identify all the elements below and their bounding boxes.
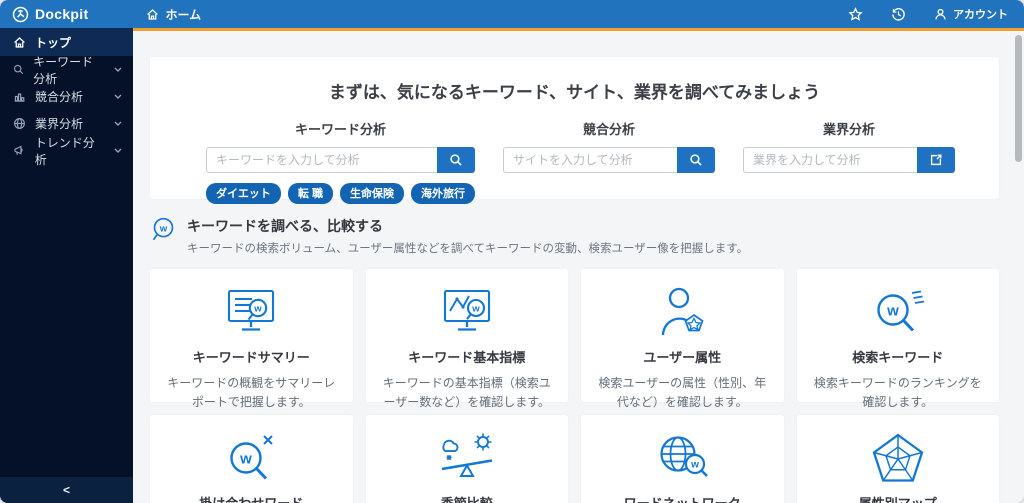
account-menu[interactable]: アカウント — [934, 6, 1008, 22]
tag-overseas-travel[interactable]: 海外旅行 — [410, 183, 475, 204]
radar-pentagon-icon — [813, 429, 984, 489]
card-title: 季節比較 — [382, 493, 553, 503]
sidebar-item-label: 競合分析 — [35, 90, 84, 104]
dockpit-logo[interactable]: Dockpit — [12, 6, 88, 23]
hero-col-label: 業界分析 — [822, 122, 875, 137]
hero-col-competitor: 競合分析 — [489, 119, 729, 204]
card-user-attributes[interactable]: ユーザー属性 検索ユーザーの属性（性別、年代など）を確認します。 — [581, 269, 784, 409]
svg-text:w: w — [239, 451, 252, 468]
card-desc: キーワードの概観をサマリーレポートで把握します。 — [167, 376, 336, 409]
hero-panel: まずは、気になるキーワード、サイト、業界を調べてみましょう キーワード分析 キー… — [150, 57, 999, 204]
card-keyword-metrics[interactable]: w キーワード基本指標 キーワードの基本指標（検索ユーザー数など）を確認します。 — [365, 269, 568, 409]
topnav-home[interactable]: ホーム — [146, 6, 201, 23]
site-search-input[interactable] — [502, 147, 677, 173]
search-icon — [13, 64, 24, 75]
svg-text:w: w — [471, 304, 480, 315]
chevron-down-icon — [114, 94, 122, 99]
chevron-down-icon — [114, 67, 122, 72]
topbar: Dockpit ホーム アカウント — [0, 0, 1024, 28]
scrollbar-track[interactable] — [1014, 33, 1022, 501]
scrollbar-thumb[interactable] — [1015, 35, 1022, 162]
card-search-keywords[interactable]: w 検索キーワード 検索キーワードのランキングを確認します。 — [796, 269, 999, 409]
dockpit-logo-text: Dockpit — [35, 6, 89, 22]
magnifier-w-icon: w — [152, 217, 174, 241]
hero-col-keyword: キーワード分析 ダイエット 転 職 生命保 — [192, 119, 489, 204]
suggested-tags: ダイエット 転 職 生命保険 海外旅行 — [206, 183, 475, 204]
card-word-network[interactable]: w ワードネットワーク 掛け合わせワードをネットワーク図で可視化します。 — [581, 415, 784, 503]
card-title: キーワードサマリー — [192, 350, 310, 365]
monitor-metrics-icon: w — [382, 283, 553, 343]
card-title: ユーザー属性 — [643, 350, 722, 365]
svg-text:w: w — [886, 303, 899, 320]
user-icon — [935, 8, 946, 19]
tag-career[interactable]: 転 職 — [287, 183, 333, 204]
card-keyword-summary[interactable]: w キーワードサマリー キーワードの概観をサマリーレポートで把握します。 — [150, 269, 353, 409]
megaphone-icon — [14, 145, 23, 155]
card-desc: 検索キーワードのランキングを確認します。 — [813, 376, 982, 409]
topbar-right: アカウント — [848, 6, 1008, 22]
svg-text:w: w — [254, 304, 263, 315]
svg-text:w: w — [159, 223, 168, 234]
sidebar-item-competitor-analysis[interactable]: 競合分析 — [0, 83, 133, 110]
card-title: 掛け合わせワード — [166, 493, 337, 503]
hero-title: まずは、気になるキーワード、サイト、業界を調べてみましょう — [328, 83, 821, 102]
section-title: キーワードを調べる、比較する — [187, 218, 383, 234]
tag-life-insurance[interactable]: 生命保険 — [339, 183, 404, 204]
card-title: 属性別マップ — [813, 493, 984, 503]
user-badge-icon — [597, 283, 768, 343]
globe-icon — [14, 118, 25, 129]
keyword-search-button[interactable] — [436, 147, 475, 173]
home-icon — [146, 8, 159, 21]
chevron-down-icon — [114, 121, 122, 126]
main-content: まずは、気になるキーワード、サイト、業界を調べてみましょう キーワード分析 キー… — [133, 28, 1024, 503]
card-desc: 検索ユーザーの属性（性別、年代など）を確認します。 — [598, 376, 767, 409]
sidebar-item-label: トレンド分析 — [34, 135, 95, 167]
search-icon — [450, 154, 462, 166]
keyword-search-input[interactable] — [206, 147, 437, 173]
card-cross-words[interactable]: w 掛け合わせワード 掛け合わせワードのランキングを確認します。 — [150, 415, 353, 503]
app-window: Dockpit ホーム アカウント トップ キーワード分析 競合分析 業界分析 … — [0, 0, 1024, 503]
seesaw-season-icon — [382, 429, 553, 489]
card-season-compare[interactable]: 季節比較 期間によるユーザーの検索行動の移り変わりを確認します。 — [365, 415, 568, 503]
svg-text:w: w — [690, 460, 699, 471]
sidebar-item-label: トップ — [35, 35, 72, 50]
sidebar-item-label: 業界分析 — [35, 117, 84, 131]
globe-w-icon: w — [597, 429, 768, 489]
feature-cards-row-2: w 掛け合わせワード 掛け合わせワードのランキングを確認します。 — [150, 415, 999, 503]
search-icon — [690, 154, 702, 166]
select-box-icon — [930, 154, 942, 166]
home-icon — [14, 36, 25, 48]
hero-col-label: 競合分析 — [582, 122, 635, 137]
sidebar-item-trend-analysis[interactable]: トレンド分析 — [0, 136, 133, 167]
monitor-summary-icon: w — [166, 283, 337, 343]
topnav-home-label: ホーム — [165, 7, 202, 22]
feature-cards-row-1: w キーワードサマリー キーワードの概観をサマリーレポートで把握します。 w キ… — [150, 269, 999, 409]
industry-select-button[interactable] — [916, 147, 955, 173]
card-attribute-map[interactable]: 属性別マップ ユーザー属性を軸にワードをマッピングします。 — [796, 415, 999, 503]
hero-col-label: キーワード分析 — [294, 122, 386, 137]
sidebar-item-keyword-analysis[interactable]: キーワード分析 — [0, 55, 133, 86]
tag-diet[interactable]: ダイエット — [206, 183, 281, 204]
site-search-button[interactable] — [676, 147, 715, 173]
dockpit-logo-icon — [12, 6, 29, 23]
search-w-lines-icon: w — [813, 283, 984, 343]
sidebar-collapse-button[interactable]: < — [0, 477, 133, 503]
card-title: ワードネットワーク — [597, 493, 768, 503]
hero-col-industry: 業界分析 — [729, 119, 969, 204]
section-subtitle: キーワードの検索ボリューム、ユーザー属性などを調べてキーワードの変動、検索ユーザ… — [187, 243, 749, 255]
favorite-star-icon[interactable] — [848, 6, 863, 22]
sidebar: トップ キーワード分析 競合分析 業界分析 トレンド分析 < — [0, 28, 133, 503]
history-clock-icon[interactable] — [891, 7, 906, 22]
search-w-cross-icon: w — [166, 429, 337, 489]
sidebar-item-label: キーワード分析 — [33, 54, 94, 86]
card-title: 検索キーワード — [852, 350, 944, 365]
industry-search-input[interactable] — [742, 147, 917, 173]
account-label: アカウント — [953, 9, 1008, 21]
chevron-down-icon — [114, 148, 122, 153]
card-desc: キーワードの基本指標（検索ユーザー数など）を確認します。 — [382, 376, 551, 409]
card-title: キーワード基本指標 — [408, 350, 526, 365]
collapse-chevron-left: < — [62, 483, 70, 497]
bar-chart-icon — [14, 93, 25, 102]
section-keyword-research: w キーワードを調べる、比較する キーワードの検索ボリューム、ユーザー属性などを… — [150, 216, 999, 256]
